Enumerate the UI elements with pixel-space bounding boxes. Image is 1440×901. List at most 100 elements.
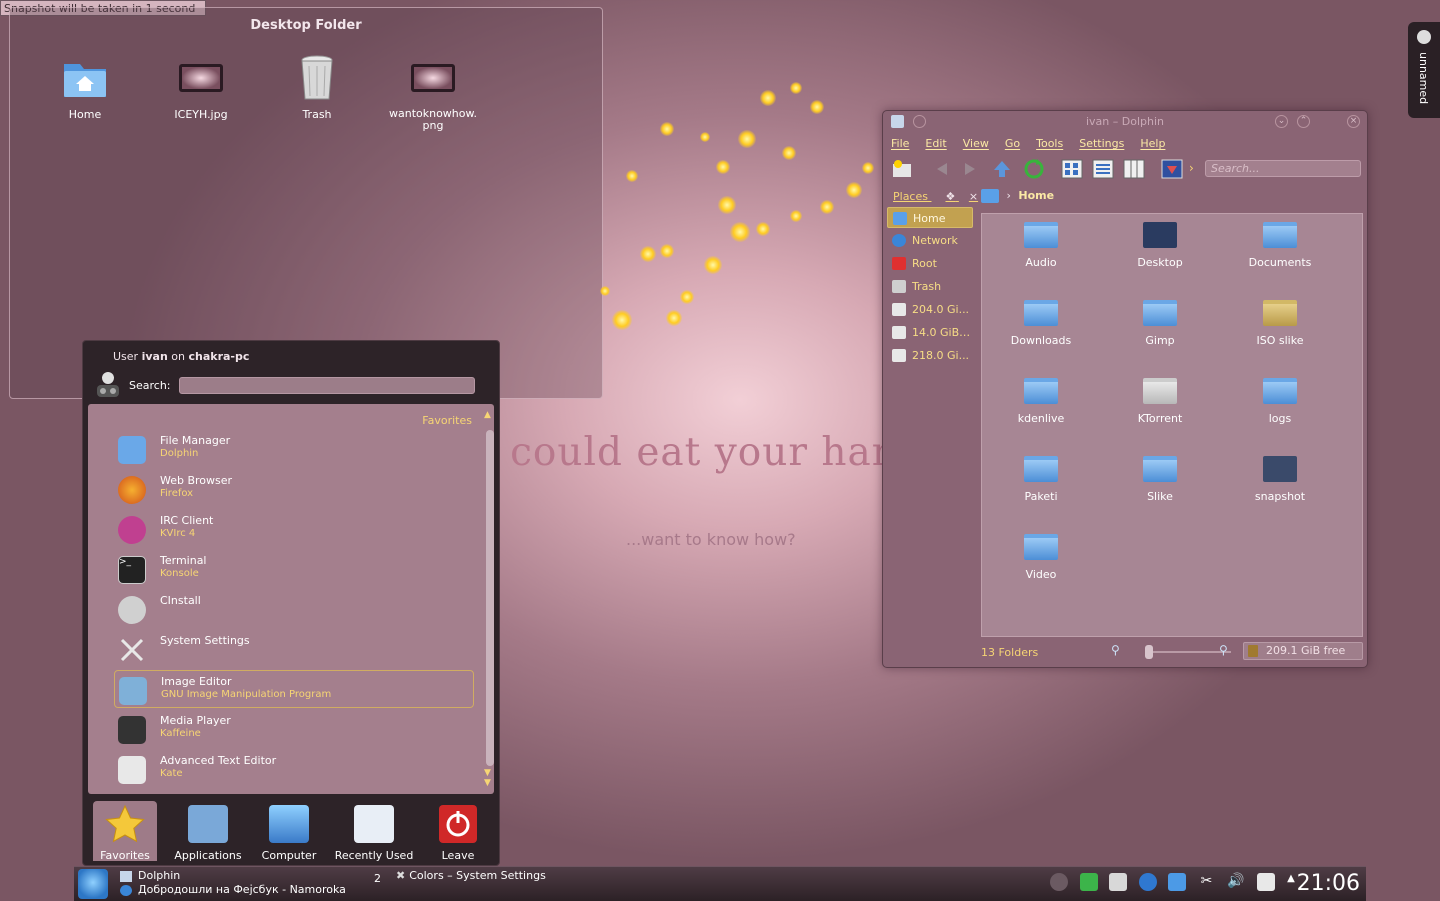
desktop-icon-home[interactable]: Home [37, 54, 133, 121]
volume-icon[interactable]: 🔊 [1227, 873, 1245, 891]
menu-go[interactable]: Go [1005, 137, 1020, 150]
maximize-icon[interactable]: ⌃ [1297, 115, 1310, 128]
folder-ktorrent[interactable]: KTorrent [1110, 378, 1210, 425]
close-icon[interactable]: × [1347, 115, 1360, 128]
folder-paketi[interactable]: Paketi [991, 456, 1091, 503]
place-drive-2[interactable]: 14.0 GiB ... [887, 322, 973, 343]
update-shield-icon[interactable] [1079, 873, 1098, 891]
clock[interactable]: 21:06 [1297, 871, 1360, 896]
kickoff-launcher: User ivan on chakra-pc Search: Favorites… [82, 340, 500, 866]
documents-folder-icon [1263, 222, 1297, 248]
folder-snapshot[interactable]: snapshot [1230, 456, 1330, 503]
place-drive-3[interactable]: 218.0 Gi... [887, 345, 973, 366]
place-trash[interactable]: Trash [887, 276, 973, 297]
task-dolphin-group[interactable]: Dolphin Добродошли на Фејсбук - Namoroka [120, 869, 390, 899]
file-label: Slike [1147, 490, 1173, 503]
up-arrow-icon[interactable] [991, 158, 1013, 180]
file-label: Audio [1025, 256, 1057, 269]
desktop-icon-iceyh[interactable]: ICEYH.jpg [153, 54, 249, 121]
app-media-player[interactable]: Media Player Kaffeine [114, 710, 474, 748]
info-icon[interactable] [1050, 873, 1068, 891]
desktop-icon-trash[interactable]: Trash [269, 54, 365, 121]
app-image-editor[interactable]: Image Editor GNU Image Manipulation Progr… [114, 670, 474, 708]
kickoff-menu-button[interactable] [78, 869, 108, 899]
new-folder-icon[interactable] [891, 158, 913, 180]
browser-icon [120, 884, 132, 896]
menu-view[interactable]: View [963, 137, 989, 150]
details-view-icon[interactable] [1092, 158, 1114, 180]
menu-help[interactable]: Help [1140, 137, 1165, 150]
search-input[interactable] [1205, 160, 1361, 177]
device-notifier-icon[interactable] [1256, 873, 1275, 891]
launcher-search-input[interactable] [179, 377, 475, 394]
folder-iso-slike[interactable]: ISO slike [1230, 300, 1330, 347]
preview-icon[interactable] [1161, 158, 1183, 180]
menu-edit[interactable]: Edit [925, 137, 946, 150]
icons-view-icon[interactable] [1061, 158, 1083, 180]
scroll-down-icon[interactable]: ▼ ▼ [484, 768, 491, 788]
panel-close-icon[interactable]: × [969, 190, 978, 203]
tab-leave[interactable]: Leave [428, 801, 488, 862]
app-web-browser[interactable]: Web Browser Firefox [114, 470, 474, 508]
launcher-scrollbar[interactable] [486, 430, 494, 766]
tab-favorites[interactable]: Favorites [93, 801, 157, 862]
desktop-icon-label: wantoknowhow. png [388, 107, 477, 132]
menu-settings[interactable]: Settings [1079, 137, 1124, 150]
folder-icon [1143, 456, 1177, 482]
place-drive-1[interactable]: 204.0 Gi... [887, 299, 973, 320]
window-titlebar[interactable]: ivan – Dolphin ⌄ ⌃ × [883, 111, 1367, 133]
tab-applications[interactable]: Applications [172, 801, 244, 862]
zoom-out-icon[interactable]: ⚲ [1111, 643, 1120, 657]
folder-kdenlive[interactable]: kdenlive [991, 378, 1091, 425]
columns-view-icon[interactable] [1123, 158, 1145, 180]
browser-tray-icon[interactable] [1138, 873, 1157, 891]
minimize-icon[interactable]: ⌄ [1275, 115, 1288, 128]
desktop-icon-wantoknowhow[interactable]: wantoknowhow. png [385, 54, 481, 132]
desktop-icon-label: Trash [302, 108, 332, 121]
folder-audio[interactable]: Audio [991, 222, 1091, 269]
app-terminal[interactable]: >_ Terminal Konsole [114, 550, 474, 588]
panel-float-icon[interactable]: ❖ [945, 190, 955, 203]
scissors-icon[interactable]: ✂ [1198, 873, 1216, 891]
folder-gimp[interactable]: Gimp [1110, 300, 1210, 347]
download-arrow-icon[interactable] [1168, 873, 1186, 891]
app-text-editor[interactable]: Advanced Text Editor Kate [114, 750, 474, 788]
breadcrumb-home[interactable]: Home [1018, 189, 1054, 202]
app-irc-client[interactable]: IRC Client KVIrc 4 [114, 510, 474, 548]
tab-recently-used[interactable]: Recently Used [334, 801, 414, 862]
power-icon [439, 805, 477, 843]
folder-documents[interactable]: Documents [1230, 222, 1330, 269]
menu-file[interactable]: File [891, 137, 909, 150]
app-system-settings[interactable]: System Settings [114, 630, 474, 668]
forward-arrow-icon[interactable] [959, 158, 981, 180]
tray-expand-icon[interactable]: ▲ [1286, 873, 1296, 891]
zoom-in-icon[interactable]: ⚲ [1219, 643, 1228, 657]
network-icon[interactable] [1109, 873, 1127, 891]
toolbar-chevron-icon[interactable]: › [1189, 161, 1194, 175]
task-system-settings[interactable]: ✖ Colors – System Settings [396, 869, 546, 882]
folder-slike[interactable]: Slike [1110, 456, 1210, 503]
place-label: 14.0 GiB ... [912, 326, 973, 339]
app-cinstall[interactable]: CInstall [114, 590, 474, 628]
folder-downloads[interactable]: Downloads [991, 300, 1091, 347]
tab-computer[interactable]: Computer [256, 801, 322, 862]
place-root[interactable]: Root [887, 253, 973, 274]
breadcrumb-home-icon[interactable] [981, 189, 999, 203]
activity-switcher[interactable]: unnamed [1408, 22, 1440, 118]
place-network[interactable]: Network [887, 230, 973, 251]
folder-video[interactable]: Video [991, 534, 1091, 581]
dolphin-icon [118, 436, 146, 464]
app-file-manager[interactable]: File Manager Dolphin [114, 430, 474, 468]
terminal-icon: >_ [118, 556, 146, 584]
place-home[interactable]: Home [887, 207, 973, 228]
dolphin-icon [120, 870, 132, 882]
folder-logs[interactable]: logs [1230, 378, 1330, 425]
back-arrow-icon[interactable] [931, 158, 953, 180]
scroll-up-icon[interactable]: ▲ [484, 410, 491, 420]
menu-tools[interactable]: Tools [1036, 137, 1063, 150]
folder-icon [1143, 378, 1177, 404]
zoom-slider-handle[interactable] [1145, 645, 1153, 659]
folder-desktop[interactable]: Desktop [1110, 222, 1210, 269]
folder-icon [1263, 300, 1297, 326]
reload-icon[interactable] [1023, 158, 1045, 180]
